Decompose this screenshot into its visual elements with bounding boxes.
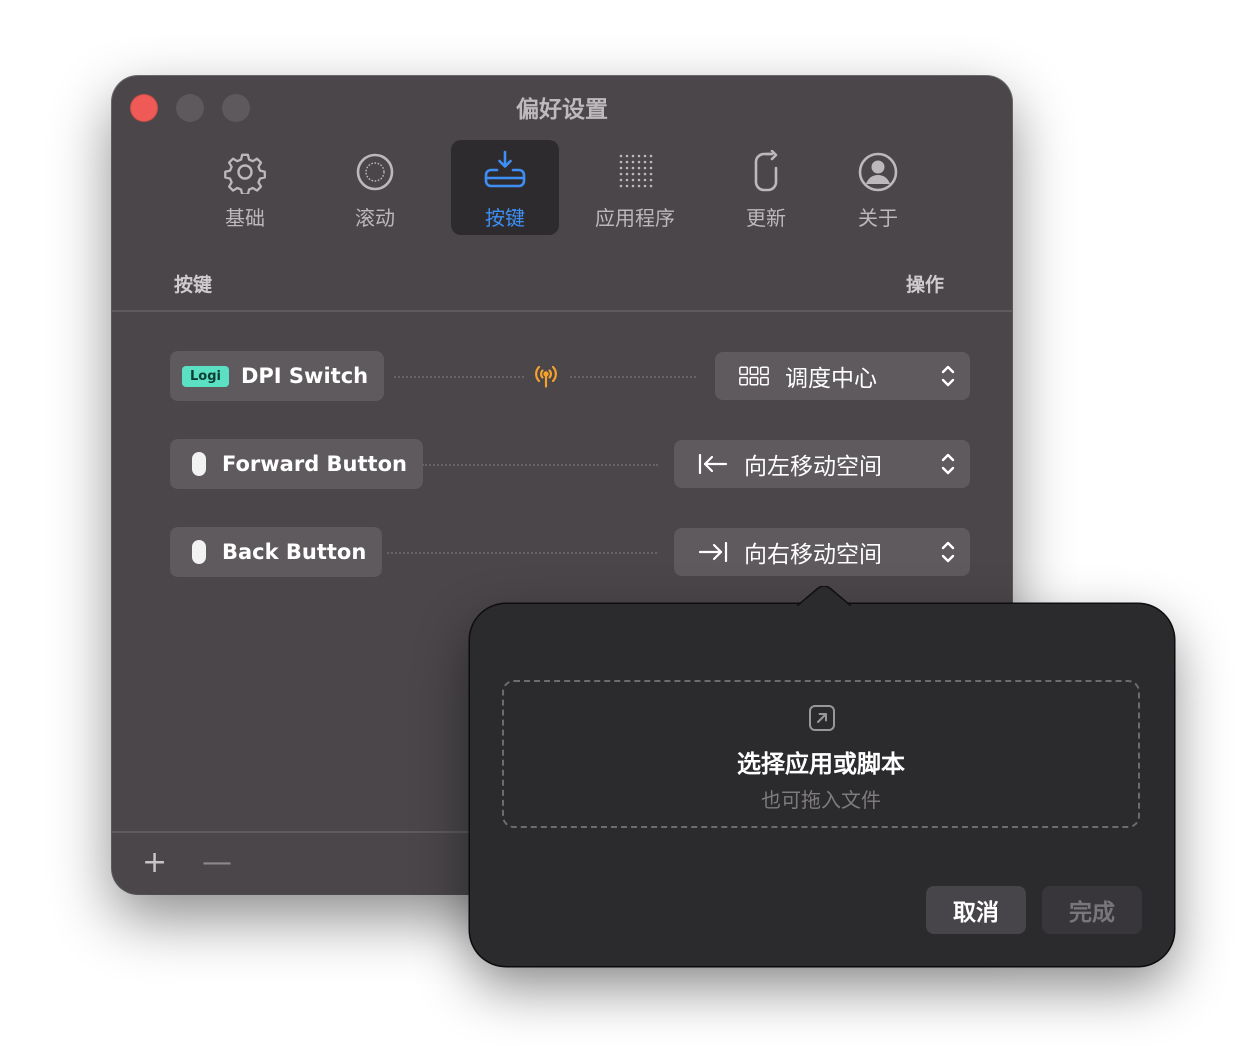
tab-buttons[interactable]: 按键	[451, 140, 559, 235]
gear-icon	[224, 153, 266, 194]
tab-buttons-label: 按键	[485, 206, 525, 230]
done-button[interactable]: 完成	[1042, 886, 1142, 934]
column-header-buttons: 按键	[174, 274, 213, 296]
up-down-chevron-icon	[941, 365, 955, 387]
button-name: Back Button	[222, 540, 367, 564]
action-label: 向右移动空间	[744, 542, 882, 568]
cancel-button[interactable]: 取消	[926, 886, 1026, 934]
mouse-icon	[192, 452, 206, 476]
tab-applications[interactable]: 应用程序	[581, 140, 689, 235]
choose-app-popover: 选择应用或脚本 也可拖入文件 取消 完成	[470, 586, 1174, 966]
column-header-action: 操作	[905, 274, 944, 296]
wireless-icon	[535, 365, 557, 388]
button-chip-back[interactable]: Back Button	[170, 527, 383, 577]
action-label: 向左移动空间	[744, 454, 882, 480]
scroll-wheel-icon	[356, 153, 394, 191]
popover-arrow	[797, 586, 851, 606]
tab-update[interactable]: 更新	[712, 140, 820, 235]
arrow-left-bar-icon	[698, 453, 728, 475]
drop-zone[interactable]: 选择应用或脚本 也可拖入文件	[502, 680, 1140, 828]
tab-basic-label: 基础	[225, 206, 265, 230]
up-down-chevron-icon	[941, 453, 955, 475]
connector-line	[570, 376, 696, 378]
tab-update-label: 更新	[746, 206, 786, 230]
action-select-move-right-space[interactable]: 向右移动空间	[674, 528, 970, 576]
mission-control-icon	[739, 366, 769, 386]
add-button[interactable]: +	[142, 843, 167, 883]
button-name: Forward Button	[222, 452, 407, 476]
tab-about[interactable]: 关于	[824, 140, 932, 235]
connector-line	[422, 464, 658, 466]
update-icon	[754, 150, 778, 192]
up-down-chevron-icon	[941, 541, 955, 563]
remove-button[interactable]: —	[202, 843, 232, 883]
person-circle-icon	[858, 152, 898, 192]
button-chip-dpi-switch[interactable]: Logi DPI Switch	[170, 351, 385, 401]
connector-line	[394, 376, 524, 378]
arrow-right-bar-icon	[698, 541, 728, 563]
button-tray-icon	[484, 150, 526, 188]
tab-scroll-label: 滚动	[355, 206, 395, 230]
table-header: 按键 操作	[112, 266, 1012, 312]
tab-scroll[interactable]: 滚动	[321, 140, 429, 235]
action-label: 调度中心	[785, 366, 877, 392]
action-select-mission-control[interactable]: 调度中心	[715, 352, 970, 400]
mouse-icon	[192, 540, 206, 564]
window-title: 偏好设置	[516, 97, 608, 123]
open-external-icon	[809, 705, 835, 731]
tab-about-label: 关于	[858, 206, 898, 230]
app-grid-icon	[619, 154, 653, 188]
tab-applications-label: 应用程序	[595, 206, 675, 230]
button-name: DPI Switch	[240, 364, 369, 388]
action-select-move-left-space[interactable]: 向左移动空间	[674, 440, 970, 488]
logi-badge: Logi	[182, 365, 229, 387]
drop-title: 选择应用或脚本	[737, 750, 905, 778]
drop-subtitle: 也可拖入文件	[761, 788, 881, 812]
connector-line	[387, 552, 657, 554]
tab-basic[interactable]: 基础	[191, 140, 299, 235]
button-chip-forward[interactable]: Forward Button	[170, 439, 423, 489]
